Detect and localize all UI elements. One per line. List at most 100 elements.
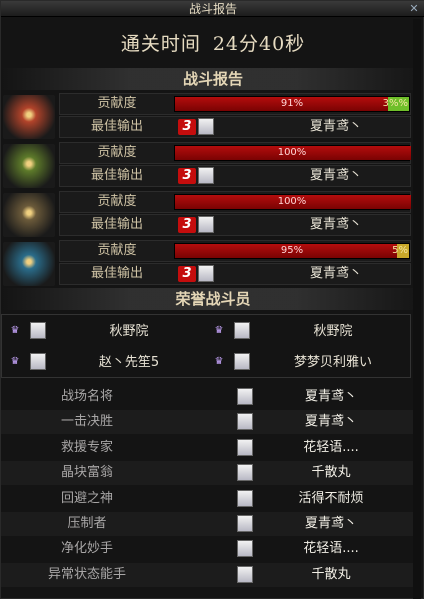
avatar: [198, 167, 214, 184]
avatar: [198, 265, 214, 282]
contribution-extra-percent: 5%: [392, 245, 408, 256]
avatar: [237, 438, 253, 456]
class-avatar: [3, 193, 55, 237]
contribution-row: 贡献度 95% 5%: [59, 240, 411, 262]
contribution-bar: 91% 3%%: [174, 96, 410, 112]
contribution-row: 贡献度 100%: [59, 191, 411, 213]
battle-report-heading: 战斗报告: [1, 68, 424, 90]
scrollbar[interactable]: [413, 19, 421, 599]
award-winner[interactable]: 活得不耐烦: [261, 487, 401, 511]
award-winner[interactable]: 夏青鸢丶: [261, 512, 401, 536]
best-output-player[interactable]: 夏青鸢丶: [260, 166, 412, 186]
avatar: [237, 489, 253, 507]
award-winner[interactable]: 千散丸: [261, 563, 401, 587]
avatar: [198, 216, 214, 233]
award-title: 救援专家: [60, 439, 113, 455]
best-output-label: 最佳输出: [90, 217, 143, 232]
award-row: 压制者 夏青鸢丶: [1, 512, 417, 536]
contribution-row: 贡献度 100%: [59, 142, 411, 164]
award-winner[interactable]: 夏青鸢丶: [261, 385, 401, 409]
award-row: 异常状态能手 千散丸: [1, 562, 417, 587]
best-output-label: 最佳输出: [90, 266, 143, 281]
award-winner[interactable]: 花轻语....: [261, 436, 401, 460]
avatar: [237, 540, 253, 558]
best-output-player[interactable]: 夏青鸢丶: [260, 215, 412, 235]
rank-badge: 3: [178, 168, 196, 184]
contribution-bar: 100%: [174, 194, 411, 210]
best-output-row: 最佳输出 3 夏青鸢丶: [59, 263, 411, 285]
avatar: [30, 322, 46, 339]
award-row: 回避之神 活得不耐烦: [1, 487, 417, 511]
window-title: 战斗报告: [188, 2, 237, 16]
award-title: 战场名将: [60, 389, 113, 404]
contribution-row: 贡献度 91% 3%%: [59, 93, 411, 115]
best-output-label: 最佳输出: [90, 119, 143, 134]
contribution-label: 贡献度: [97, 96, 137, 111]
award-title: 压制者: [67, 516, 107, 531]
crown-icon: ♛: [10, 356, 20, 367]
crown-icon: ♛: [10, 325, 20, 336]
player-stat-block: 贡献度 100% 最佳输出 3 夏青鸢丶: [3, 191, 411, 239]
clear-time-label: 通关时间: [120, 33, 201, 55]
contribution-percent: 95%: [280, 245, 304, 256]
award-winner[interactable]: 花轻语....: [261, 537, 401, 561]
award-row: 救援专家 花轻语....: [1, 436, 417, 460]
rank-badge: 3: [178, 119, 196, 135]
player-stat-block: 贡献度 91% 3%% 最佳输出 3 夏青鸢丶: [3, 93, 411, 141]
battle-report-window: 战斗报告 ✕ 通关时间 24分40秒 战斗报告 贡献度 91% 3%% 最佳输出 …: [0, 0, 424, 599]
rank-badge: 3: [178, 217, 196, 233]
honor-member[interactable]: ♛ 秋野院: [206, 317, 410, 346]
rank-badge: 3: [178, 266, 196, 282]
contribution-percent: 100%: [277, 196, 307, 207]
contribution-percent: 100%: [277, 147, 307, 158]
crown-icon: ♛: [214, 356, 224, 367]
avatar: [198, 118, 214, 135]
award-row: 战场名将 夏青鸢丶: [1, 385, 417, 409]
avatar: [30, 353, 46, 370]
honor-member[interactable]: ♛ 赵丶先笙5: [2, 348, 206, 377]
contribution-percent: 91%: [280, 98, 304, 109]
award-winner[interactable]: 千散丸: [261, 461, 401, 485]
honor-member-name: 赵丶先笙5: [98, 355, 160, 370]
best-output-row: 最佳输出 3 夏青鸢丶: [59, 214, 411, 236]
contribution-label: 贡献度: [97, 243, 137, 258]
award-winner[interactable]: 夏青鸢丶: [261, 410, 401, 434]
clear-time: 通关时间 24分40秒: [1, 29, 424, 56]
avatar: [237, 464, 253, 482]
contribution-bar: 100%: [174, 145, 411, 161]
avatar: [237, 388, 253, 405]
award-row: 晶块富翁 千散丸: [1, 461, 417, 486]
contribution-label: 贡献度: [97, 145, 137, 160]
avatar: [237, 565, 253, 583]
player-stat-block: 贡献度 100% 最佳输出 3 夏青鸢丶: [3, 142, 411, 190]
avatar: [234, 353, 250, 370]
close-icon[interactable]: ✕: [407, 2, 421, 15]
player-stat-block: 贡献度 95% 5% 最佳输出 3 夏青鸢丶: [3, 240, 411, 288]
award-title: 异常状态能手: [47, 566, 126, 582]
award-title: 净化妙手: [60, 541, 113, 557]
award-row: 一击决胜 夏青鸢丶: [1, 410, 417, 435]
best-output-player[interactable]: 夏青鸢丶: [260, 117, 412, 137]
honor-members-panel: ♛ 秋野院 ♛ 秋野院 ♛ 赵丶先笙5 ♛ 梦梦贝利雅い: [1, 314, 411, 378]
award-row: 净化妙手 花轻语....: [1, 537, 417, 561]
class-avatar: [3, 242, 55, 286]
contribution-label: 贡献度: [97, 194, 137, 209]
honor-member-name: 梦梦贝利雅い: [293, 355, 372, 370]
award-title: 一击决胜: [60, 414, 113, 430]
honor-member[interactable]: ♛ 秋野院: [2, 317, 206, 346]
class-avatar: [3, 144, 55, 188]
crown-icon: ♛: [214, 325, 224, 336]
best-output-label: 最佳输出: [90, 168, 143, 183]
honor-member[interactable]: ♛ 梦梦贝利雅い: [206, 348, 410, 377]
avatar: [237, 515, 253, 532]
award-title: 晶块富翁: [60, 465, 113, 481]
avatar: [234, 322, 250, 339]
award-title: 回避之神: [60, 490, 113, 506]
best-output-player[interactable]: 夏青鸢丶: [260, 264, 412, 284]
clear-time-value: 24分40秒: [212, 33, 306, 55]
contribution-extra-percent: 3%%: [382, 98, 408, 109]
avatar: [237, 413, 253, 431]
title-bar[interactable]: 战斗报告 ✕: [1, 1, 424, 17]
best-output-row: 最佳输出 3 夏青鸢丶: [59, 165, 411, 187]
best-output-row: 最佳输出 3 夏青鸢丶: [59, 116, 411, 138]
